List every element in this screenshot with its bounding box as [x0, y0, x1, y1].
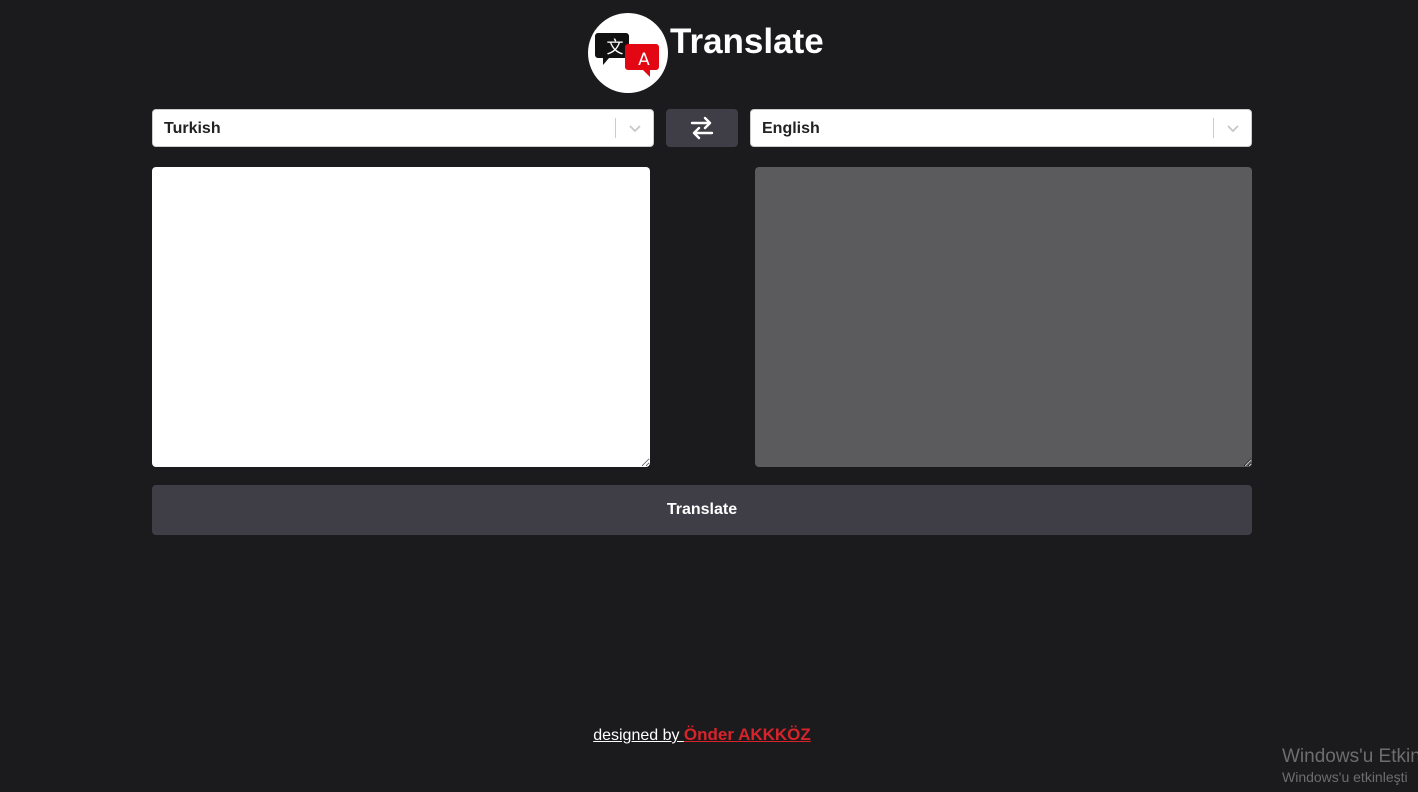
- windows-activation-watermark: Windows'u Etkin Windows'u etkinleşti: [1282, 746, 1418, 785]
- author-link[interactable]: Önder AKKKÖZ: [684, 725, 811, 744]
- translate-logo-icon: 文 A: [588, 13, 668, 93]
- app-header: 文 A Translate: [588, 13, 824, 93]
- source-language-value: Turkish: [164, 120, 221, 137]
- target-language-value: English: [762, 120, 820, 137]
- source-text-input[interactable]: [152, 167, 650, 467]
- watermark-line1: Windows'u Etkin: [1282, 746, 1418, 767]
- swap-languages-button[interactable]: [666, 109, 738, 147]
- translate-button[interactable]: Translate: [152, 485, 1252, 535]
- logo-glyph-left: 文: [607, 38, 624, 58]
- select-separator: [1213, 118, 1214, 138]
- translate-bubbles-icon: 文 A: [595, 33, 659, 77]
- chevron-down-icon[interactable]: [627, 120, 643, 136]
- translated-text-output[interactable]: [755, 167, 1252, 467]
- logo-glyph-right: A: [638, 50, 650, 70]
- target-language-select[interactable]: English: [750, 109, 1252, 147]
- footer-credit: designed by Önder AKKKÖZ: [0, 725, 1404, 745]
- select-separator: [615, 118, 616, 138]
- swap-arrows-icon: [690, 116, 714, 140]
- chevron-down-icon[interactable]: [1225, 120, 1241, 136]
- watermark-line2: Windows'u etkinleşti: [1282, 769, 1408, 785]
- footer-prefix: designed by: [593, 727, 684, 744]
- page-title: Translate: [670, 22, 824, 61]
- source-language-select[interactable]: Turkish: [152, 109, 654, 147]
